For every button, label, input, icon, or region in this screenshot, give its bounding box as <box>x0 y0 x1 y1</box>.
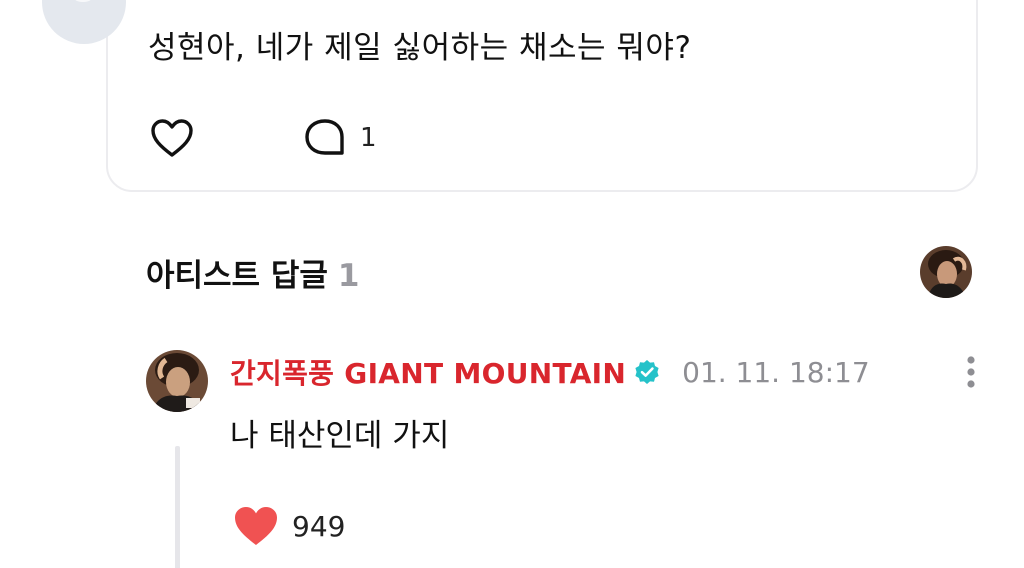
post-comment-count: 1 <box>360 123 377 153</box>
heart-outline-icon <box>151 119 193 157</box>
artist-avatar-small[interactable] <box>920 246 972 298</box>
thread-line <box>175 446 180 568</box>
artist-replies-count: 1 <box>337 258 360 294</box>
reply-text: 나 태산인데 가지 <box>230 418 450 454</box>
reply-author-name[interactable]: 간지폭풍 GIANT MOUNTAIN <box>230 352 626 392</box>
reply-timestamp: 01. 11. 18:17 <box>682 355 870 389</box>
speech-bubble-icon <box>305 119 344 155</box>
reply-header: 간지폭풍 GIANT MOUNTAIN 01. 11. 18:17 <box>230 352 870 392</box>
artist-replies-heading: 아티스트 답글 1 <box>146 250 360 295</box>
reply-like-button[interactable]: 949 <box>232 500 345 552</box>
post-comment-button[interactable]: 1 <box>302 116 377 160</box>
post-text: 성현아, 네가 제일 싫어하는 채소는 뭐야? <box>148 30 692 66</box>
reply-author-avatar[interactable] <box>146 350 208 412</box>
heart-filled-icon <box>235 507 277 545</box>
artist-replies-title: 아티스트 답글 <box>146 258 328 294</box>
reply-like-count: 949 <box>292 509 346 543</box>
post-author-name-cropped <box>150 0 270 2</box>
post-like-button[interactable] <box>150 118 194 158</box>
reply-thread-screen: 성현아, 네가 제일 싫어하는 채소는 뭐야? 1 아티스트 답글 1 간지폭풍… <box>0 0 1024 568</box>
more-vertical-icon <box>967 356 975 388</box>
verified-badge-icon <box>635 360 659 384</box>
reply-more-button[interactable] <box>956 352 986 392</box>
